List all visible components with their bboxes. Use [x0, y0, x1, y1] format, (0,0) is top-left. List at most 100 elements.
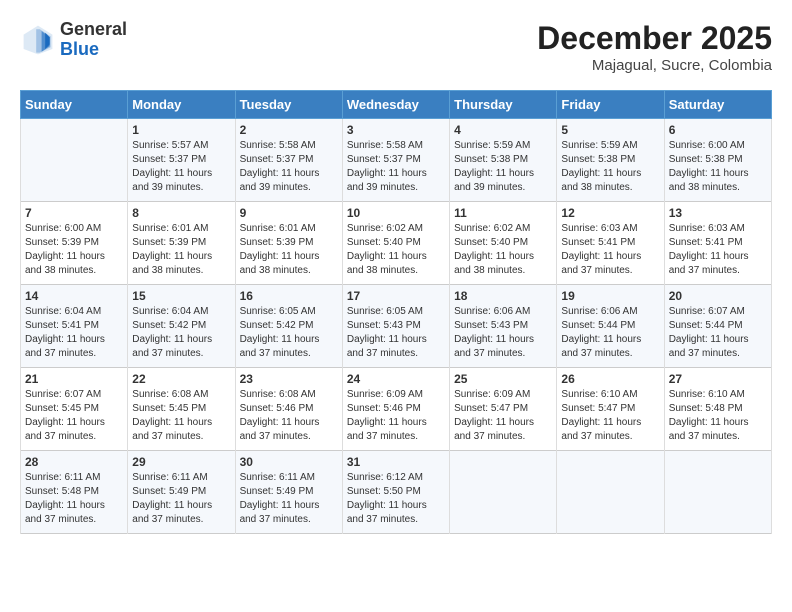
cell-info: Sunrise: 6:00 AM Sunset: 5:39 PM Dayligh…	[25, 222, 123, 278]
calendar-cell: 24 Sunrise: 6:09 AM Sunset: 5:46 PM Dayli…	[342, 368, 449, 451]
day-number: 6	[669, 123, 767, 137]
calendar-cell: 7 Sunrise: 6:00 AM Sunset: 5:39 PM Daylig…	[21, 202, 128, 285]
day-number: 25	[454, 372, 552, 386]
day-number: 26	[561, 372, 659, 386]
calendar-cell: 14 Sunrise: 6:04 AM Sunset: 5:41 PM Dayli…	[21, 285, 128, 368]
day-number: 16	[240, 289, 338, 303]
cell-info: Sunrise: 6:06 AM Sunset: 5:43 PM Dayligh…	[454, 305, 552, 361]
calendar-cell: 8Sunrise: 6:01 AM Sunset: 5:39 PM Daylig…	[128, 202, 235, 285]
day-number: 28	[25, 455, 123, 469]
day-number: 5	[561, 123, 659, 137]
calendar-cell: 20 Sunrise: 6:07 AM Sunset: 5:44 PM Dayli…	[664, 285, 771, 368]
calendar-cell: 9 Sunrise: 6:01 AM Sunset: 5:39 PM Daylig…	[235, 202, 342, 285]
cell-info: Sunrise: 6:04 AM Sunset: 5:42 PM Dayligh…	[132, 305, 230, 361]
calendar-cell: 18Sunrise: 6:06 AM Sunset: 5:43 PM Dayli…	[450, 285, 557, 368]
day-number: 1	[132, 123, 230, 137]
cell-info: Sunrise: 6:08 AM Sunset: 5:45 PM Dayligh…	[132, 388, 230, 444]
day-number: 2	[240, 123, 338, 137]
calendar-cell: 4Sunrise: 5:59 AM Sunset: 5:38 PM Daylig…	[450, 119, 557, 202]
cell-info: Sunrise: 6:02 AM Sunset: 5:40 PM Dayligh…	[454, 222, 552, 278]
calendar-cell	[664, 451, 771, 534]
calendar-week-row: 14 Sunrise: 6:04 AM Sunset: 5:41 PM Dayli…	[21, 285, 772, 368]
calendar-cell: 5Sunrise: 5:59 AM Sunset: 5:38 PM Daylig…	[557, 119, 664, 202]
cell-info: Sunrise: 6:09 AM Sunset: 5:47 PM Dayligh…	[454, 388, 552, 444]
col-friday: Friday	[557, 91, 664, 119]
calendar-header: Sunday Monday Tuesday Wednesday Thursday…	[21, 91, 772, 119]
calendar-week-row: 7 Sunrise: 6:00 AM Sunset: 5:39 PM Daylig…	[21, 202, 772, 285]
day-number: 4	[454, 123, 552, 137]
day-number: 30	[240, 455, 338, 469]
cell-info: Sunrise: 6:04 AM Sunset: 5:41 PM Dayligh…	[25, 305, 123, 361]
cell-info: Sunrise: 6:00 AM Sunset: 5:38 PM Dayligh…	[669, 139, 767, 195]
cell-info: Sunrise: 6:11 AM Sunset: 5:48 PM Dayligh…	[25, 471, 123, 527]
logo-blue-text: Blue	[60, 39, 99, 59]
calendar-body: 1 Sunrise: 5:57 AM Sunset: 5:37 PM Daylig…	[21, 119, 772, 534]
cell-info: Sunrise: 6:05 AM Sunset: 5:42 PM Dayligh…	[240, 305, 338, 361]
day-number: 29	[132, 455, 230, 469]
calendar-cell: 16 Sunrise: 6:05 AM Sunset: 5:42 PM Dayli…	[235, 285, 342, 368]
col-sunday: Sunday	[21, 91, 128, 119]
day-number: 24	[347, 372, 445, 386]
calendar-cell: 12Sunrise: 6:03 AM Sunset: 5:41 PM Dayli…	[557, 202, 664, 285]
calendar-cell: 3 Sunrise: 5:58 AM Sunset: 5:37 PM Daylig…	[342, 119, 449, 202]
cell-info: Sunrise: 6:07 AM Sunset: 5:44 PM Dayligh…	[669, 305, 767, 361]
day-number: 23	[240, 372, 338, 386]
day-number: 27	[669, 372, 767, 386]
day-number: 7	[25, 206, 123, 220]
calendar-cell: 27 Sunrise: 6:10 AM Sunset: 5:48 PM Dayli…	[664, 368, 771, 451]
calendar-cell: 15Sunrise: 6:04 AM Sunset: 5:42 PM Dayli…	[128, 285, 235, 368]
calendar-cell: 2 Sunrise: 5:58 AM Sunset: 5:37 PM Daylig…	[235, 119, 342, 202]
day-number: 11	[454, 206, 552, 220]
cell-info: Sunrise: 6:01 AM Sunset: 5:39 PM Dayligh…	[240, 222, 338, 278]
cell-info: Sunrise: 5:58 AM Sunset: 5:37 PM Dayligh…	[347, 139, 445, 195]
calendar-cell: 10Sunrise: 6:02 AM Sunset: 5:40 PM Dayli…	[342, 202, 449, 285]
logo-icon	[20, 22, 56, 58]
cell-info: Sunrise: 6:10 AM Sunset: 5:47 PM Dayligh…	[561, 388, 659, 444]
calendar-week-row: 28 Sunrise: 6:11 AM Sunset: 5:48 PM Dayli…	[21, 451, 772, 534]
col-wednesday: Wednesday	[342, 91, 449, 119]
day-number: 20	[669, 289, 767, 303]
calendar-cell	[557, 451, 664, 534]
calendar-cell: 25 Sunrise: 6:09 AM Sunset: 5:47 PM Dayli…	[450, 368, 557, 451]
calendar-cell: 26 Sunrise: 6:10 AM Sunset: 5:47 PM Dayli…	[557, 368, 664, 451]
calendar-cell: 19 Sunrise: 6:06 AM Sunset: 5:44 PM Dayli…	[557, 285, 664, 368]
cell-info: Sunrise: 6:08 AM Sunset: 5:46 PM Dayligh…	[240, 388, 338, 444]
day-number: 19	[561, 289, 659, 303]
day-number: 9	[240, 206, 338, 220]
day-number: 13	[669, 206, 767, 220]
cell-info: Sunrise: 6:09 AM Sunset: 5:46 PM Dayligh…	[347, 388, 445, 444]
day-number: 3	[347, 123, 445, 137]
cell-info: Sunrise: 6:12 AM Sunset: 5:50 PM Dayligh…	[347, 471, 445, 527]
calendar-table: Sunday Monday Tuesday Wednesday Thursday…	[20, 90, 772, 534]
day-number: 21	[25, 372, 123, 386]
month-year: December 2025	[537, 20, 772, 57]
col-thursday: Thursday	[450, 91, 557, 119]
cell-info: Sunrise: 6:01 AM Sunset: 5:39 PM Dayligh…	[132, 222, 230, 278]
col-saturday: Saturday	[664, 91, 771, 119]
cell-info: Sunrise: 6:06 AM Sunset: 5:44 PM Dayligh…	[561, 305, 659, 361]
cell-info: Sunrise: 5:57 AM Sunset: 5:37 PM Dayligh…	[132, 139, 230, 195]
cell-info: Sunrise: 6:02 AM Sunset: 5:40 PM Dayligh…	[347, 222, 445, 278]
calendar-cell: 29Sunrise: 6:11 AM Sunset: 5:49 PM Dayli…	[128, 451, 235, 534]
cell-info: Sunrise: 5:58 AM Sunset: 5:37 PM Dayligh…	[240, 139, 338, 195]
calendar-cell: 11 Sunrise: 6:02 AM Sunset: 5:40 PM Dayli…	[450, 202, 557, 285]
day-number: 22	[132, 372, 230, 386]
calendar-cell: 28 Sunrise: 6:11 AM Sunset: 5:48 PM Dayli…	[21, 451, 128, 534]
col-tuesday: Tuesday	[235, 91, 342, 119]
calendar-cell: 21 Sunrise: 6:07 AM Sunset: 5:45 PM Dayli…	[21, 368, 128, 451]
logo: General Blue	[20, 20, 127, 60]
col-monday: Monday	[128, 91, 235, 119]
cell-info: Sunrise: 6:10 AM Sunset: 5:48 PM Dayligh…	[669, 388, 767, 444]
logo-general-text: General	[60, 19, 127, 39]
day-number: 14	[25, 289, 123, 303]
cell-info: Sunrise: 6:07 AM Sunset: 5:45 PM Dayligh…	[25, 388, 123, 444]
header-row: Sunday Monday Tuesday Wednesday Thursday…	[21, 91, 772, 119]
calendar-week-row: 1 Sunrise: 5:57 AM Sunset: 5:37 PM Daylig…	[21, 119, 772, 202]
calendar-cell: 30 Sunrise: 6:11 AM Sunset: 5:49 PM Dayli…	[235, 451, 342, 534]
cell-info: Sunrise: 6:03 AM Sunset: 5:41 PM Dayligh…	[561, 222, 659, 278]
header: General Blue December 2025 Majagual, Suc…	[20, 20, 772, 74]
cell-info: Sunrise: 6:11 AM Sunset: 5:49 PM Dayligh…	[240, 471, 338, 527]
day-number: 31	[347, 455, 445, 469]
calendar-cell: 1 Sunrise: 5:57 AM Sunset: 5:37 PM Daylig…	[128, 119, 235, 202]
cell-info: Sunrise: 6:03 AM Sunset: 5:41 PM Dayligh…	[669, 222, 767, 278]
